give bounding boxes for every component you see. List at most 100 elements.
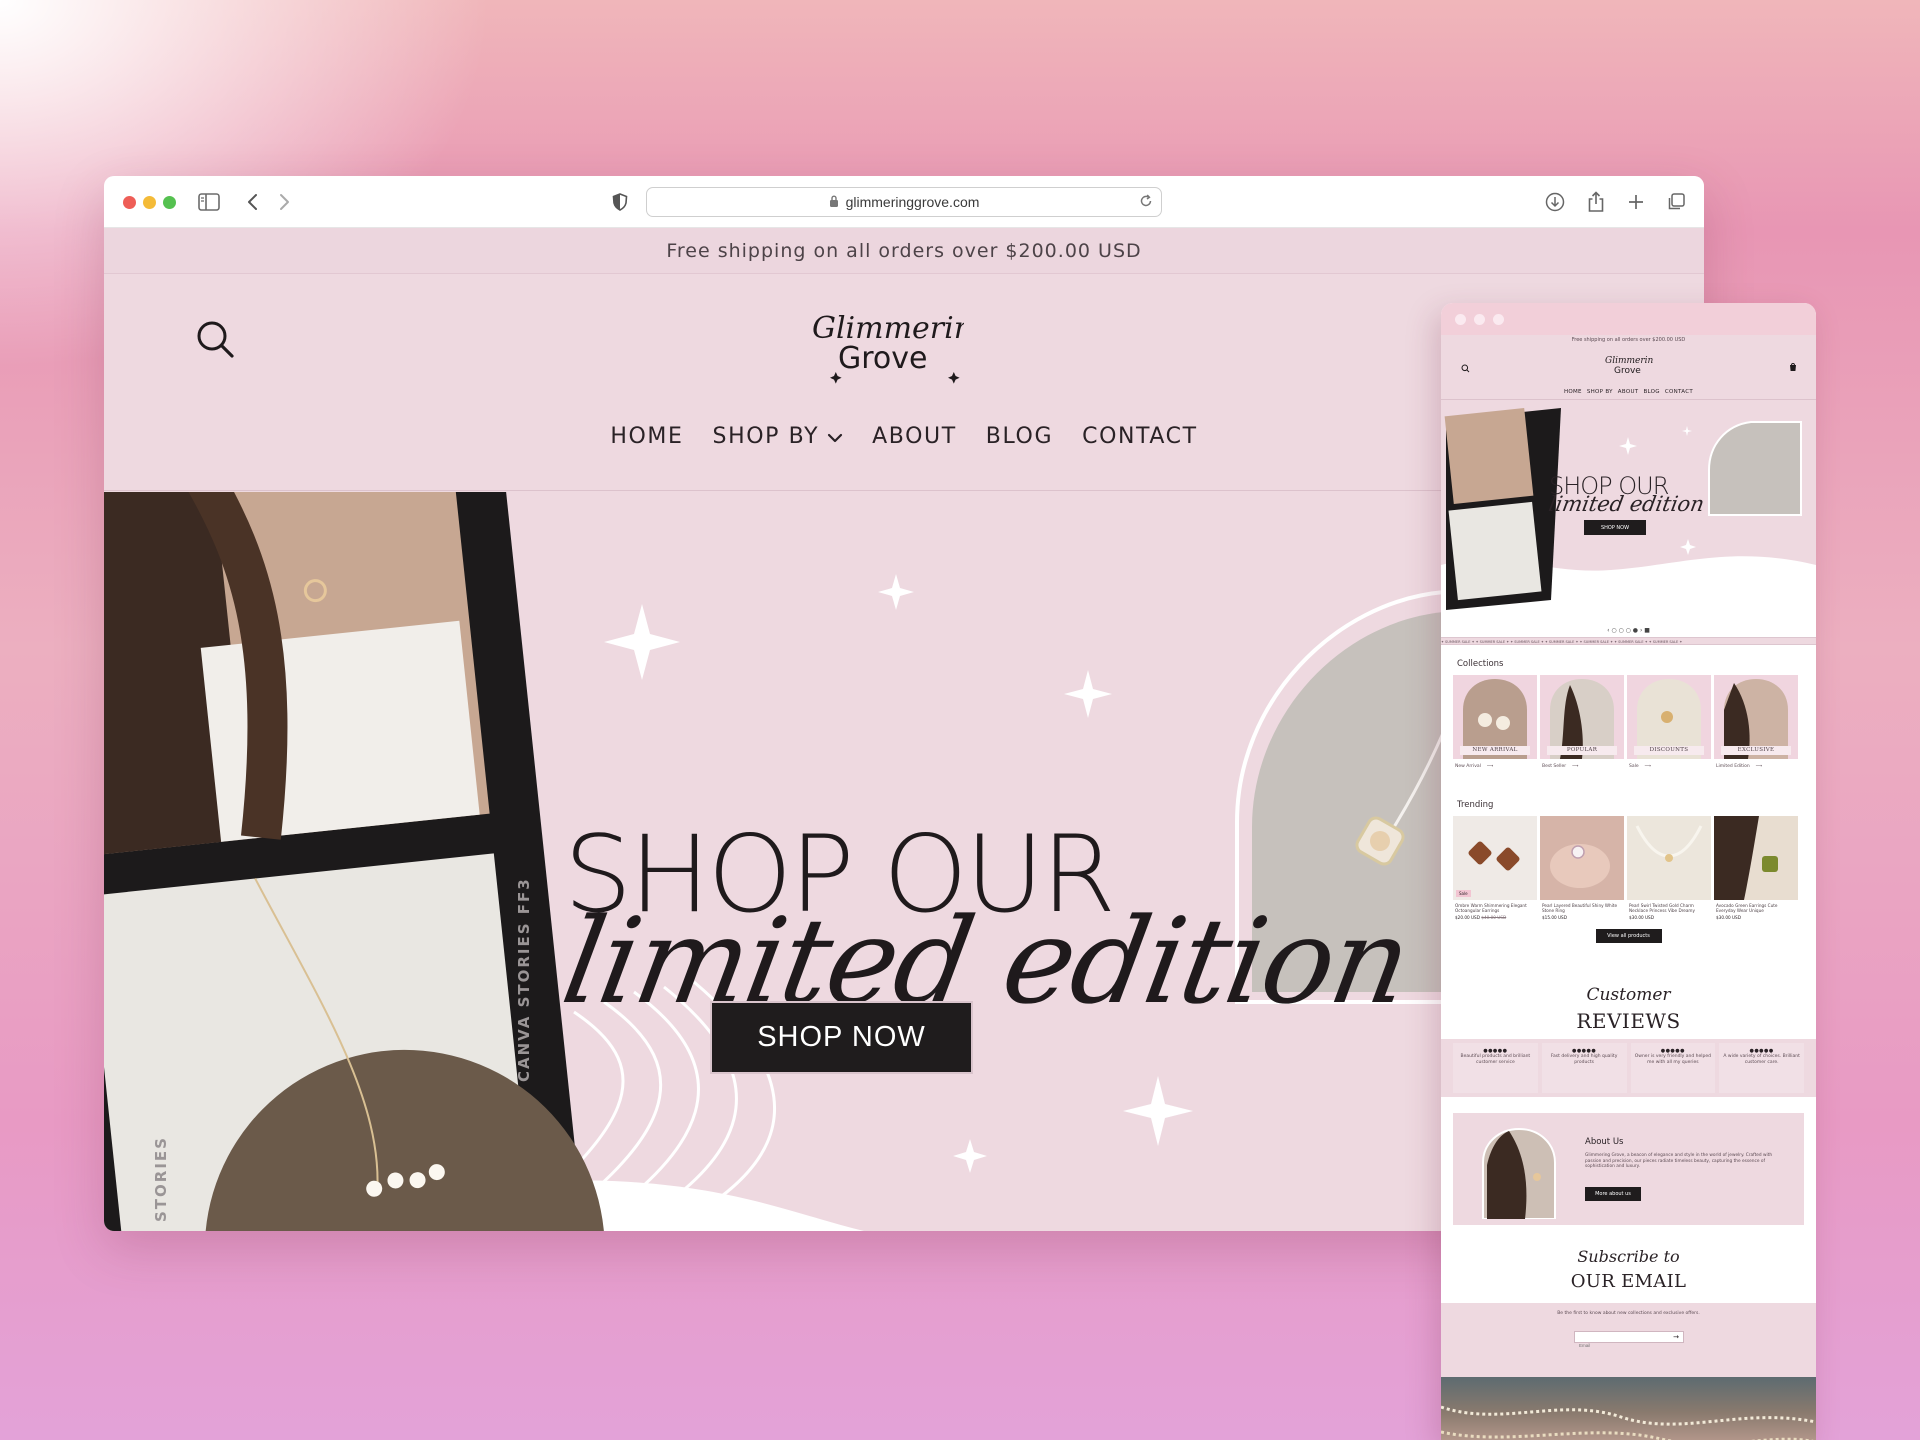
collection-label: POPULAR [1547, 746, 1617, 755]
preview-minimize-dot [1474, 314, 1485, 325]
more-about-us-button[interactable]: More about us [1585, 1187, 1641, 1201]
preview-announcement: Free shipping on all orders over $200.00… [1441, 335, 1816, 345]
new-tab-plus-icon[interactable] [1624, 190, 1648, 214]
subscribe-script: Subscribe to [1577, 1247, 1680, 1266]
preview-nav-blog[interactable]: BLOG [1643, 389, 1659, 395]
product-card[interactable]: Sale Ombre Warm Shimmering Elegant Octoa… [1453, 816, 1537, 921]
product-card[interactable]: Avocado Green Earrings Cute Everyday Wea… [1714, 816, 1798, 921]
preview-search-icon[interactable] [1461, 358, 1470, 377]
announcement-bar: Free shipping on all orders over $200.00… [104, 228, 1704, 274]
download-icon[interactable] [1543, 190, 1567, 214]
logo-main-text: Grove [838, 341, 928, 376]
preview-subscribe-band: Be the first to know about new collectio… [1441, 1303, 1816, 1377]
arrow-right-icon: ⟶ [1644, 764, 1652, 769]
product-price: $15.00 USD [1542, 915, 1567, 920]
collection-image: DISCOUNTS [1627, 675, 1711, 759]
preview-nav-about[interactable]: ABOUT [1618, 389, 1639, 395]
collection-image: EXCLUSIVE [1714, 675, 1798, 759]
product-title: Avocado Green Earrings Cute Everyday Wea… [1716, 903, 1778, 914]
film-edge-text: CANVA STORIES FF3 [515, 877, 533, 1082]
nav-shop-by[interactable]: SHOP BY [713, 424, 844, 449]
collection-card[interactable]: POPULAR Best Seller ⟶ [1540, 675, 1624, 774]
review-card: ●●●●● A wide variety of choices. Brillian… [1719, 1043, 1804, 1093]
nav-about[interactable]: ABOUT [872, 424, 957, 449]
product-card[interactable]: Pearl Layered Beautiful Shiny White Ston… [1540, 816, 1624, 921]
preview-navigation: HOME SHOP BY ABOUT BLOG CONTACT [1441, 389, 1816, 395]
nav-home[interactable]: HOME [610, 424, 683, 449]
preview-header: Glimmering Grove HOME SHOP BY ABOUT BLOG… [1441, 345, 1816, 400]
nav-contact[interactable]: CONTACT [1082, 424, 1198, 449]
reload-icon[interactable] [1139, 194, 1153, 211]
preview-logo[interactable]: Glimmering Grove [1603, 353, 1653, 377]
arrow-right-icon: ⟶ [1755, 764, 1763, 769]
collection-link-text: Sale [1629, 764, 1639, 769]
subscribe-title: OUR EMAIL [1570, 1271, 1687, 1292]
preview-reviews-heading: Customer REVIEWS [1441, 985, 1816, 1039]
collection-card[interactable]: EXCLUSIVE Limited Edition ⟶ [1714, 675, 1798, 774]
preview-collections-title: Collections [1457, 659, 1504, 669]
product-image [1714, 816, 1798, 900]
about-image [1482, 1127, 1556, 1219]
product-price-old: $40.00 USD [1481, 915, 1507, 920]
preview-logo-script: Glimmering [1605, 356, 1653, 366]
about-title: About Us [1585, 1137, 1624, 1147]
review-text: Fast delivery and high quality products [1550, 1054, 1618, 1065]
email-input[interactable] [1575, 1340, 1665, 1351]
back-arrow-icon[interactable] [241, 190, 265, 214]
tab-overview-icon[interactable] [1664, 190, 1688, 214]
preview-slider-controls[interactable]: ‹ ○ ○ ○ ● › ■ [1441, 625, 1816, 637]
chevron-down-icon [827, 424, 843, 449]
url-text: glimmeringgrove.com [845, 194, 980, 210]
review-text: Beautiful products and brilliant custome… [1460, 1054, 1531, 1065]
product-title: Pearl Layered Beautiful Shiny White Ston… [1542, 903, 1618, 914]
collection-card[interactable]: DISCOUNTS Sale ⟶ [1627, 675, 1711, 774]
nav-blog[interactable]: BLOG [986, 424, 1053, 449]
site-logo[interactable]: Glimmering Grove [804, 304, 992, 386]
preview-cart-icon[interactable] [1788, 357, 1798, 376]
arrow-right-icon: ⟶ [1486, 764, 1494, 769]
arrow-right-icon[interactable]: → [1673, 1333, 1679, 1341]
address-bar[interactable]: glimmeringgrove.com [646, 187, 1162, 217]
email-field[interactable]: → [1574, 1331, 1684, 1351]
minimize-window-button[interactable] [143, 196, 156, 209]
forward-arrow-icon[interactable] [272, 190, 296, 214]
preview-nav-contact[interactable]: CONTACT [1665, 389, 1693, 395]
collection-card[interactable]: NEW ARRIVAL New Arrival ⟶ [1453, 675, 1537, 774]
nav-shop-by-label: SHOP BY [712, 424, 820, 449]
preview-window-bar [1441, 303, 1816, 335]
collection-link[interactable]: New Arrival ⟶ [1453, 759, 1537, 774]
privacy-shield-icon[interactable] [608, 190, 632, 214]
sidebar-toggle-icon[interactable] [197, 190, 221, 214]
product-price: $20.00 USD $40.00 USD [1453, 914, 1537, 921]
preview-marquee: ✦ SUMMER SALE ✦ ✦ SUMMER SALE ✦ ✦ SUMMER… [1441, 637, 1816, 645]
collection-link[interactable]: Limited Edition ⟶ [1714, 759, 1798, 774]
shop-now-button[interactable]: SHOP NOW [710, 1001, 973, 1074]
collection-link[interactable]: Sale ⟶ [1627, 759, 1711, 774]
review-card: ●●●●● Beautiful products and brilliant cu… [1453, 1043, 1538, 1093]
close-window-button[interactable] [123, 196, 136, 209]
product-image [1540, 816, 1624, 900]
preview-collections-grid: NEW ARRIVAL New Arrival ⟶ POPULAR Best Se… [1441, 675, 1816, 774]
product-image: Sale [1453, 816, 1537, 900]
collection-link[interactable]: Best Seller ⟶ [1540, 759, 1624, 774]
product-price-current: $20.00 USD [1455, 915, 1480, 920]
collection-image: POPULAR [1540, 675, 1624, 759]
collection-link-text: Best Seller [1542, 764, 1567, 769]
preview-nav-home[interactable]: HOME [1564, 389, 1582, 395]
view-all-products-button[interactable]: View all products [1595, 929, 1662, 943]
product-price: $30.00 USD [1629, 915, 1654, 920]
preview-shop-now-button[interactable]: SHOP NOW [1584, 520, 1646, 535]
collection-link-text: Limited Edition [1716, 764, 1750, 769]
product-card[interactable]: Pearl Swirl Twisted Gold Charm Necklace … [1627, 816, 1711, 921]
preview-logo-main: Grove [1614, 366, 1641, 376]
subscribe-text: Be the first to know about new collectio… [1557, 1311, 1700, 1316]
preview-footer-image [1441, 1377, 1816, 1440]
review-card: ●●●●● Owner is very friendly and helped m… [1630, 1043, 1716, 1093]
hero-script-title: limited edition [553, 892, 1419, 1030]
browser-toolbar: glimmeringgrove.com [104, 176, 1704, 228]
preview-about-section: About Us Glimmering Grove, a beacon of e… [1453, 1113, 1804, 1225]
search-icon[interactable] [194, 318, 238, 362]
preview-nav-shop-by[interactable]: SHOP BY [1587, 389, 1613, 395]
zoom-window-button[interactable] [163, 196, 176, 209]
share-icon[interactable] [1584, 190, 1608, 214]
